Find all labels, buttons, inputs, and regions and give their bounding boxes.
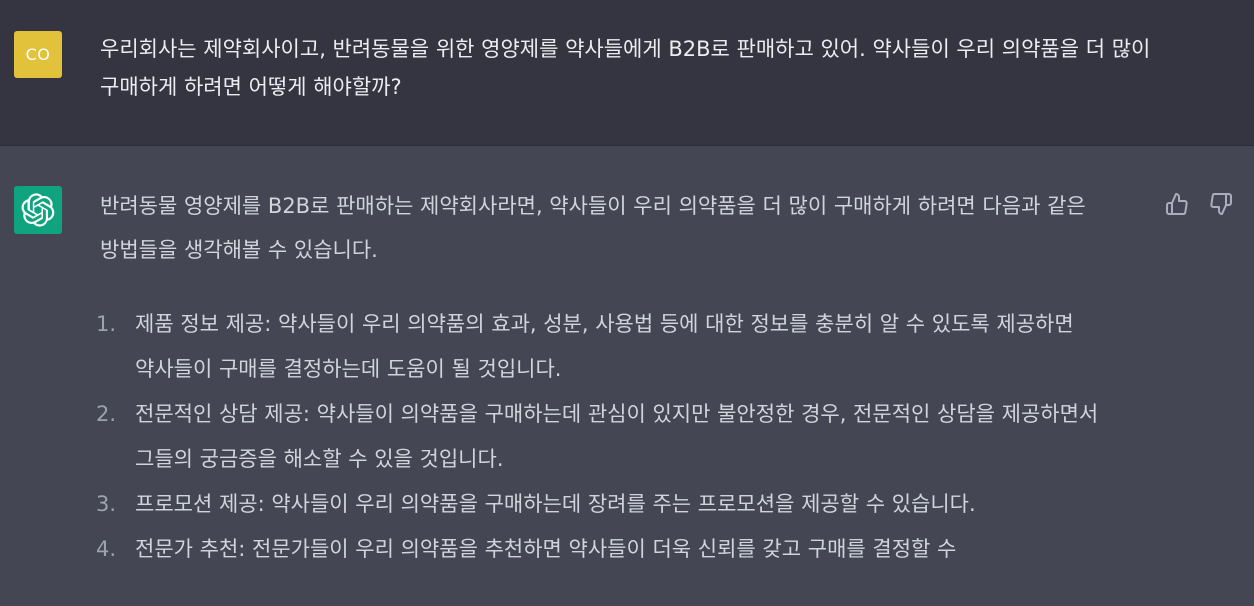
list-item: 3. 프로모션 제공: 약사들이 우리 의약품을 구매하는데 장려를 주는 프로… bbox=[96, 482, 1155, 527]
list-item-number: 1. bbox=[96, 312, 117, 336]
thumbs-up-button[interactable] bbox=[1163, 190, 1191, 218]
list-item-number: 4. bbox=[96, 537, 117, 561]
list-item-number: 2. bbox=[96, 402, 117, 426]
list-item-text: 전문가 추천: 전문가들이 우리 의약품을 추천하면 약사들이 더욱 신뢰를 갖… bbox=[135, 537, 957, 561]
openai-logo-icon bbox=[21, 193, 55, 227]
list-item-text: 제품 정보 제공: 약사들이 우리 의약품의 효과, 성분, 사용법 등에 대한… bbox=[135, 312, 1074, 381]
user-avatar: CO bbox=[14, 31, 62, 78]
thumbs-down-icon bbox=[1210, 193, 1232, 215]
assistant-message: 반려동물 영양제를 B2B로 판매하는 제약회사라면, 약사들이 우리 의약품을… bbox=[0, 146, 1254, 606]
assistant-message-body: 반려동물 영양제를 B2B로 판매하는 제약회사라면, 약사들이 우리 의약품을… bbox=[96, 184, 1155, 572]
list-item-text: 전문적인 상담 제공: 약사들이 의약품을 구매하는데 관심이 있지만 불안정한… bbox=[135, 402, 1099, 471]
assistant-intro: 반려동물 영양제를 B2B로 판매하는 제약회사라면, 약사들이 우리 의약품을… bbox=[100, 194, 1086, 262]
list-item: 1. 제품 정보 제공: 약사들이 우리 의약품의 효과, 성분, 사용법 등에… bbox=[96, 302, 1155, 392]
user-message: CO 우리회사는 제약회사이고, 반려동물을 위한 영양제를 약사들에게 B2B… bbox=[0, 0, 1254, 146]
thumbs-down-button[interactable] bbox=[1207, 190, 1235, 218]
assistant-avatar bbox=[14, 186, 62, 234]
answer-list: 1. 제품 정보 제공: 약사들이 우리 의약품의 효과, 성분, 사용법 등에… bbox=[96, 302, 1155, 572]
list-item-number: 3. bbox=[96, 492, 117, 516]
list-item-text: 프로모션 제공: 약사들이 우리 의약품을 구매하는데 장려를 주는 프로모션을… bbox=[135, 492, 976, 516]
list-item: 4. 전문가 추천: 전문가들이 우리 의약품을 추천하면 약사들이 더욱 신뢰… bbox=[96, 527, 1155, 572]
list-item: 2. 전문적인 상담 제공: 약사들이 의약품을 구매하는데 관심이 있지만 불… bbox=[96, 392, 1155, 482]
thumbs-up-icon bbox=[1166, 193, 1188, 215]
user-message-text: 우리회사는 제약회사이고, 반려동물을 위한 영양제를 약사들에게 B2B로 판… bbox=[100, 37, 1151, 99]
